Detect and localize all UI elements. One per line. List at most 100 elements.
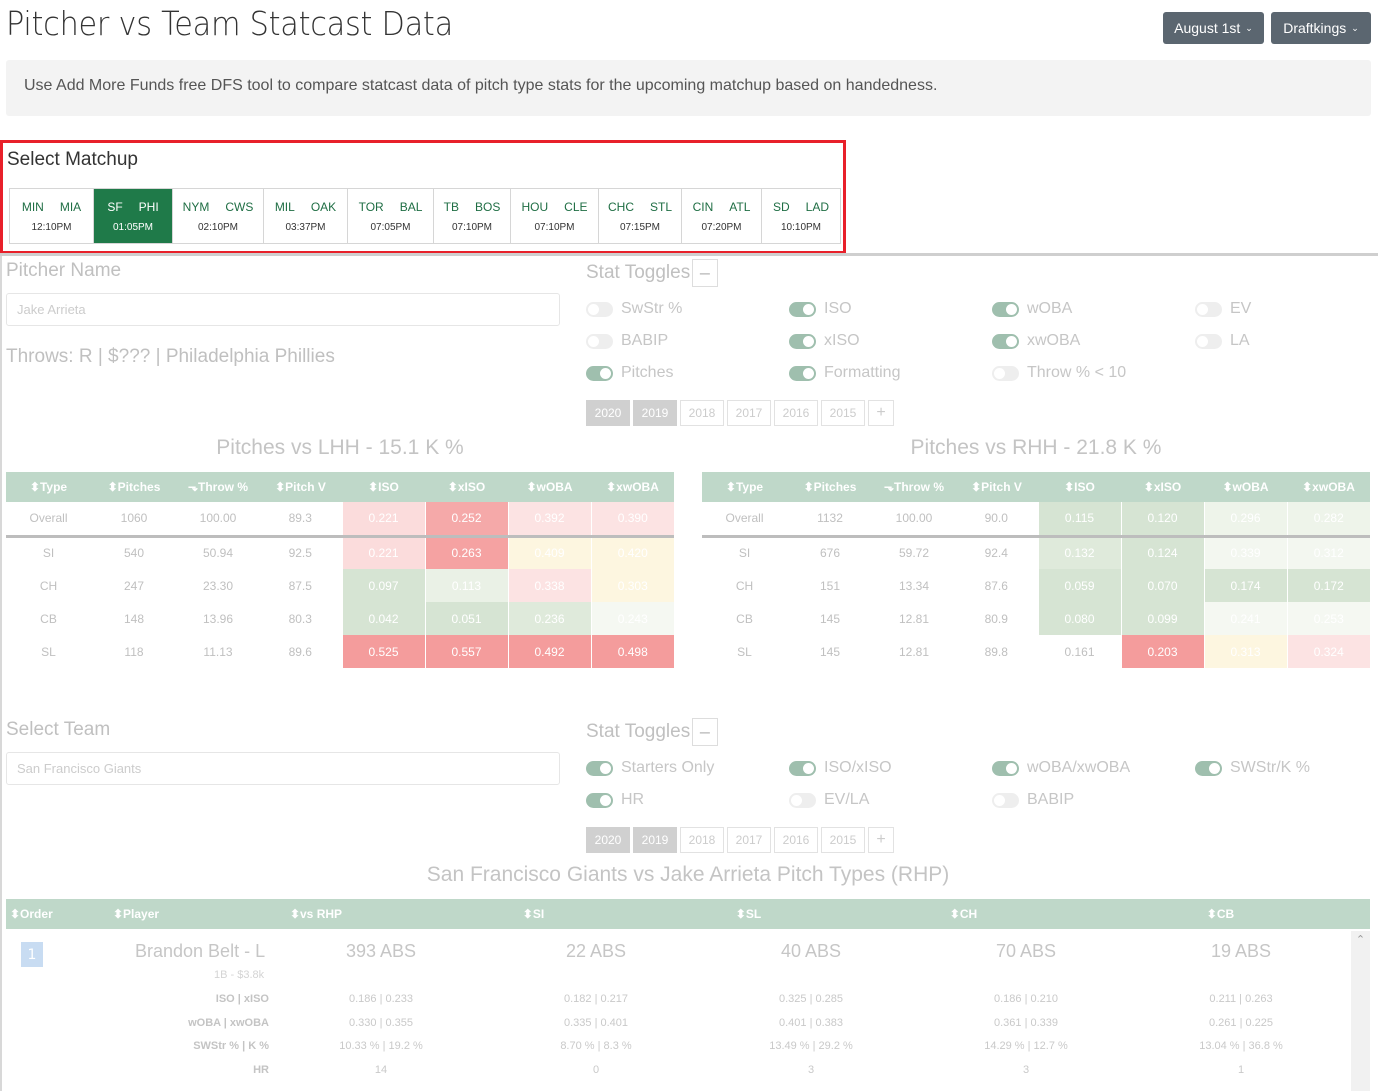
toggle-la[interactable]: LA: [1195, 332, 1250, 350]
collapse-toggles-button[interactable]: −: [692, 259, 718, 287]
toggle-throw-10[interactable]: Throw % < 10: [992, 364, 1126, 382]
lineup-column-header[interactable]: ⬍CH: [856, 899, 1071, 929]
column-header[interactable]: ⬍Pitches: [91, 472, 177, 502]
lineup-column-header[interactable]: ⬍Player: [66, 899, 206, 929]
year-2015[interactable]: 2015: [821, 827, 865, 853]
matchup-game-min-mia[interactable]: MIN MIA 12:10PM: [10, 189, 94, 243]
year-2017[interactable]: 2017: [727, 400, 771, 426]
switch-icon[interactable]: [992, 792, 1019, 808]
toggle-iso[interactable]: ISO: [789, 300, 852, 318]
lineup-column-header[interactable]: ⬍Order: [6, 899, 66, 929]
switch-icon[interactable]: [992, 760, 1019, 776]
switch-icon[interactable]: [586, 365, 613, 381]
column-header[interactable]: ⬎Throw %: [873, 472, 955, 502]
column-header[interactable]: ⬍wOBA: [508, 472, 591, 502]
year-2019[interactable]: 2019: [633, 400, 677, 426]
switch-icon[interactable]: [789, 760, 816, 776]
collapse-team-toggles-button[interactable]: −: [692, 718, 718, 746]
column-header[interactable]: ⬍xISO: [425, 472, 508, 502]
matchup-game-sd-lad[interactable]: SD LAD 10:10PM: [762, 189, 840, 243]
player-name[interactable]: Brandon Belt - L: [135, 941, 265, 962]
year-2017[interactable]: 2017: [727, 827, 771, 853]
team-select-input[interactable]: San Francisco Giants: [6, 752, 560, 785]
table-cell: 0.313: [1203, 635, 1287, 668]
column-header[interactable]: ⬍xwOBA: [591, 472, 674, 502]
site-dropdown[interactable]: Draftkings ⌄: [1271, 12, 1371, 44]
toggle-swstr-k[interactable]: SWStr/K %: [1195, 759, 1310, 777]
year-2016[interactable]: 2016: [774, 400, 818, 426]
switch-icon[interactable]: [789, 365, 816, 381]
year-2019[interactable]: 2019: [633, 827, 677, 853]
table-cell: CB: [736, 611, 753, 626]
toggle-iso-xiso[interactable]: ISO/xISO: [789, 759, 892, 777]
toggle-ev[interactable]: EV: [1195, 300, 1251, 318]
column-header[interactable]: ⬍Type: [702, 472, 787, 502]
pitcher-name-input[interactable]: Jake Arrieta: [6, 293, 560, 326]
toggle-swstr[interactable]: SwStr %: [586, 300, 682, 318]
switch-icon[interactable]: [789, 301, 816, 317]
date-dropdown[interactable]: August 1st ⌄: [1163, 12, 1264, 44]
lineup-column-header[interactable]: ⬍SI: [426, 899, 641, 929]
lineup-scrollbar[interactable]: ⌃: [1351, 931, 1370, 1091]
matchup-game-nym-cws[interactable]: NYM CWS 02:10PM: [173, 189, 264, 243]
switch-icon[interactable]: [1195, 301, 1222, 317]
switch-icon[interactable]: [789, 333, 816, 349]
matchup-game-cin-atl[interactable]: CIN ATL 07:20PM: [682, 189, 762, 243]
switch-icon[interactable]: [586, 301, 613, 317]
column-header[interactable]: ⬍wOBA: [1204, 472, 1287, 502]
year-2020[interactable]: 2020: [586, 400, 630, 426]
year-2020[interactable]: 2020: [586, 827, 630, 853]
lineup-column-header[interactable]: ⬍vs RHP: [206, 899, 426, 929]
table-cell: 100.00: [873, 502, 955, 538]
switch-icon[interactable]: [586, 760, 613, 776]
switch-icon[interactable]: [992, 301, 1019, 317]
switch-icon[interactable]: [1195, 333, 1222, 349]
at-bats-count: 19 ABS: [1210, 941, 1272, 961]
column-header[interactable]: ⬍Pitch V: [955, 472, 1038, 502]
lineup-column-header[interactable]: ⬍SL: [641, 899, 856, 929]
table-cell: 0.051: [424, 602, 508, 635]
table-cell: 118: [124, 644, 144, 659]
toggle-formatting[interactable]: Formatting: [789, 364, 900, 382]
matchup-game-sf-phi[interactable]: SF PHI 01:05PM: [94, 189, 173, 243]
switch-icon[interactable]: [586, 792, 613, 808]
year-2018[interactable]: 2018: [680, 827, 724, 853]
switch-icon[interactable]: [1195, 760, 1222, 776]
toggle-hr[interactable]: HR: [586, 791, 644, 809]
table-cell: 0.059: [1037, 569, 1121, 602]
table-cell: 1132: [787, 502, 873, 538]
matchup-game-mil-oak[interactable]: MIL OAK 03:37PM: [264, 189, 348, 243]
toggle-xiso[interactable]: xISO: [789, 332, 860, 350]
switch-icon[interactable]: [586, 333, 613, 349]
toggle-ev-la[interactable]: EV/LA: [789, 791, 869, 809]
switch-icon[interactable]: [992, 333, 1019, 349]
column-header[interactable]: ⬍xISO: [1121, 472, 1204, 502]
toggle-woba[interactable]: wOBA: [992, 300, 1072, 318]
scroll-up-icon[interactable]: ⌃: [1351, 933, 1370, 946]
toggle-starters-only[interactable]: Starters Only: [586, 759, 714, 777]
add-year-button[interactable]: +: [868, 400, 894, 426]
year-2018[interactable]: 2018: [680, 400, 724, 426]
add-year-button[interactable]: +: [868, 827, 894, 853]
year-2016[interactable]: 2016: [774, 827, 818, 853]
column-header[interactable]: ⬍ISO: [342, 472, 425, 502]
switch-icon[interactable]: [992, 365, 1019, 381]
toggle-babip[interactable]: BABIP: [586, 332, 668, 350]
toggle-xwoba[interactable]: xwOBA: [992, 332, 1080, 350]
column-header[interactable]: ⬍Type: [6, 472, 91, 502]
matchup-game-tor-bal[interactable]: TOR BAL 07:05PM: [348, 189, 434, 243]
matchup-game-hou-cle[interactable]: HOU CLE 07:10PM: [511, 189, 599, 243]
year-2015[interactable]: 2015: [821, 400, 865, 426]
column-header[interactable]: ⬍Pitch V: [259, 472, 342, 502]
lineup-column-header[interactable]: ⬍CB: [1071, 899, 1370, 929]
toggle-babip[interactable]: BABIP: [992, 791, 1074, 809]
column-header[interactable]: ⬎Throw %: [177, 472, 259, 502]
toggle-woba-xwoba[interactable]: wOBA/xwOBA: [992, 759, 1130, 777]
matchup-game-tb-bos[interactable]: TB BOS 07:10PM: [434, 189, 511, 243]
toggle-pitches[interactable]: Pitches: [586, 364, 673, 382]
column-header[interactable]: ⬍ISO: [1038, 472, 1121, 502]
switch-icon[interactable]: [789, 792, 816, 808]
column-header[interactable]: ⬍xwOBA: [1287, 472, 1370, 502]
column-header[interactable]: ⬍Pitches: [787, 472, 873, 502]
matchup-game-chc-stl[interactable]: CHC STL 07:15PM: [599, 189, 682, 243]
